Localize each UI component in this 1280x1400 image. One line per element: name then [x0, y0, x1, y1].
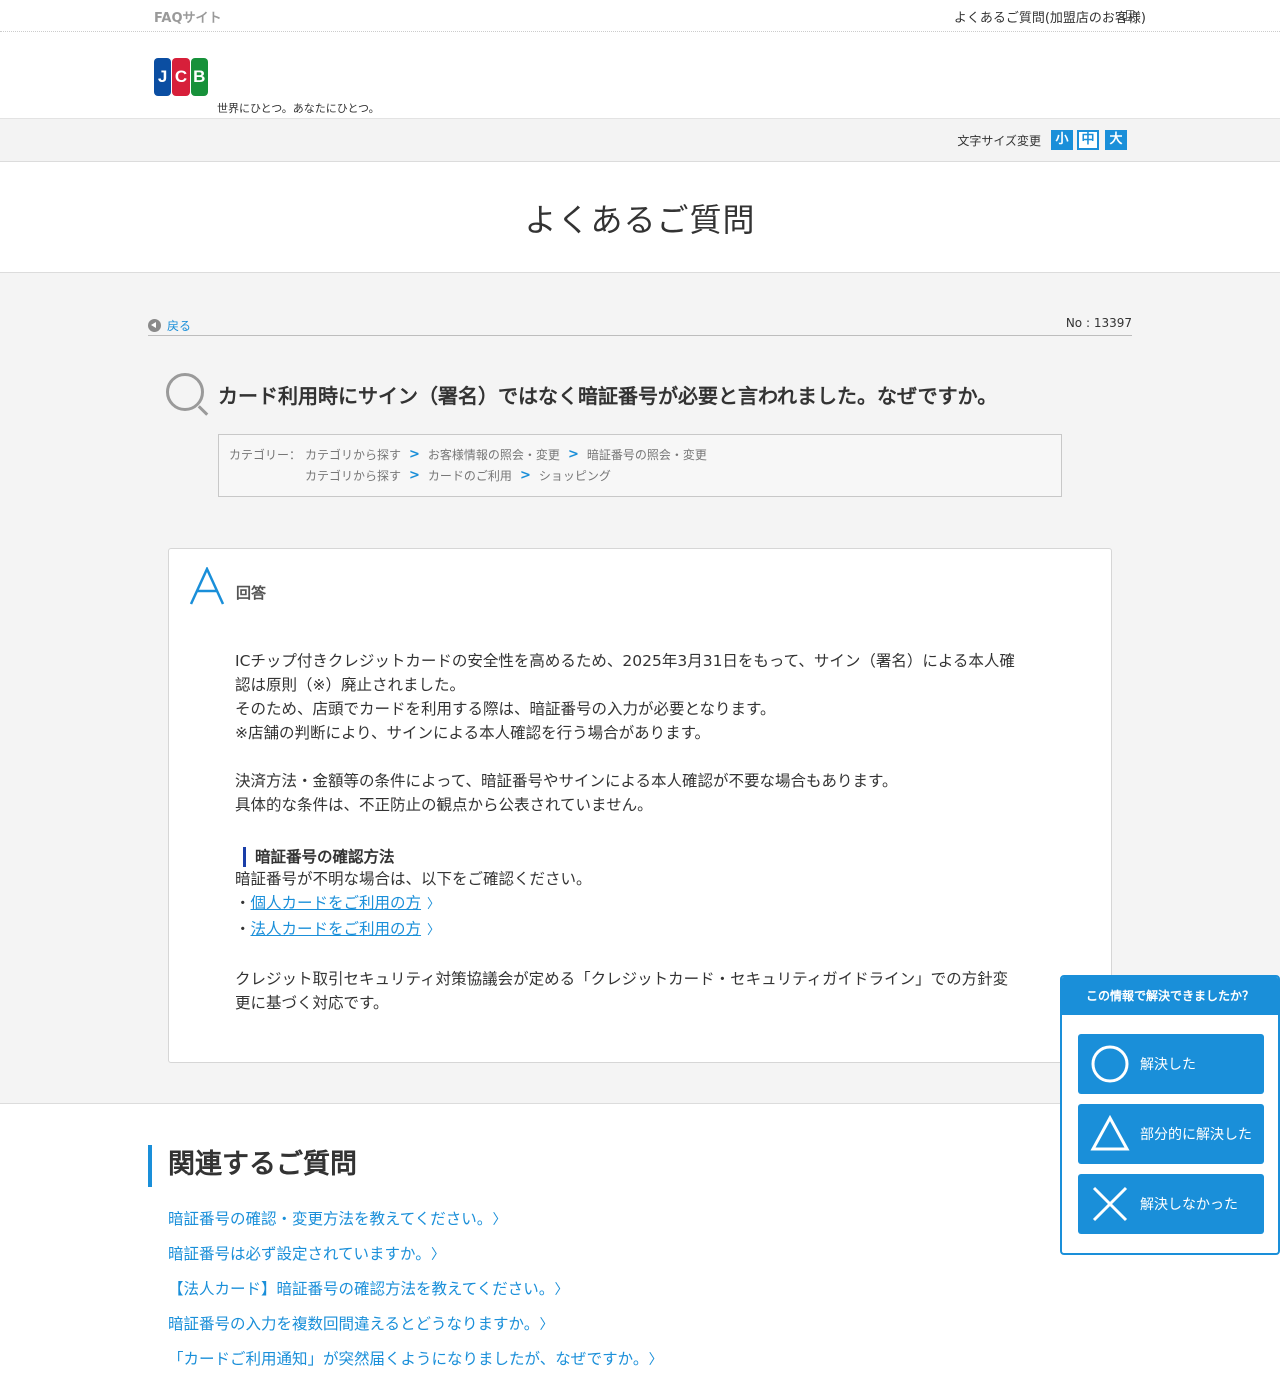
answer-label: 回答 — [236, 584, 267, 602]
not-resolved-button[interactable]: 解決しなかった — [1078, 1174, 1264, 1234]
category-link[interactable]: カードのご利用 — [428, 467, 512, 484]
related-question-link[interactable]: 暗証番号の確認・変更方法を教えてください。 — [168, 1210, 485, 1228]
answer-link-line: ・法人カードをご利用の方〉 — [235, 917, 1045, 943]
category-link[interactable]: 暗証番号の照会・変更 — [587, 446, 707, 463]
list-item: 暗証番号は必ず設定されていますか。〉 — [168, 1242, 663, 1277]
related-title: 関連するご質問 — [148, 1145, 357, 1187]
feedback-heading: この情報で解決できましたか？ — [1062, 977, 1278, 1015]
logo-header: J C B 世界にひとつ。あなたにひとつ。 — [0, 32, 1280, 119]
category-path-2: カテゴリから探す > カードのご利用 > ショッピング — [305, 467, 611, 484]
back-arrow-icon — [148, 319, 161, 332]
personal-card-link[interactable]: 個人カードをご利用の方 — [251, 894, 422, 912]
category-link[interactable]: ショッピング — [539, 467, 611, 484]
back-bar: 戻る No : 13397 — [148, 314, 1132, 336]
font-size-medium-button[interactable]: 中 — [1077, 130, 1099, 150]
list-item: 「カードご利用通知」が突然届くようになりましたが、なぜですか。〉 — [168, 1347, 663, 1382]
question-title: カード利用時にサイン（署名）ではなく暗証番号が必要と言われました。なぜですか。 — [218, 384, 998, 408]
chevron-right-icon: > — [567, 447, 579, 462]
category-path-1: カテゴリから探す > お客様情報の照会・変更 > 暗証番号の照会・変更 — [305, 446, 707, 463]
related-list: 暗証番号の確認・変更方法を教えてください。〉 暗証番号は必ず設定されていますか。… — [168, 1207, 663, 1382]
circle-icon — [1091, 1045, 1129, 1083]
font-size-small-button[interactable]: 小 — [1051, 130, 1073, 150]
resolved-button[interactable]: 解決した — [1078, 1034, 1264, 1094]
partially-resolved-label: 部分的に解決した — [1140, 1127, 1252, 1143]
answer-text: ICチップ付きクレジットカードの安全性を高めるため、2025年3月31日をもって… — [235, 652, 1015, 670]
back-label: 戻る — [167, 319, 192, 333]
question-q-icon — [166, 373, 204, 411]
answer-text: 暗証番号が不明な場合は、以下をご確認ください。 — [235, 870, 592, 888]
answer-text: 具体的な条件は、不正防止の観点から公表されていません。 — [235, 796, 653, 814]
chevron-right-icon: 〉 — [492, 1212, 507, 1228]
question-number: No : 13397 — [1065, 316, 1132, 330]
answer-body: ICチップ付きクレジットカードの安全性を高めるため、2025年3月31日をもって… — [235, 649, 1045, 1015]
category-link[interactable]: カテゴリから探す — [305, 446, 401, 463]
related-question-link[interactable]: 「カードご利用通知」が突然届くようになりましたが、なぜですか。 — [168, 1350, 641, 1368]
logo-letter-c: C — [172, 58, 190, 96]
answer-text: ※店舗の判断により、サインによる本人確認を行う場合があります。 — [235, 724, 711, 742]
list-item: 暗証番号の入力を複数回間違えるとどうなりますか。〉 — [168, 1312, 663, 1347]
list-item: 【法人カード】暗証番号の確認方法を教えてください。〉 — [168, 1277, 663, 1312]
category-link[interactable]: カテゴリから探す — [305, 467, 401, 484]
answer-text: 決済方法・金額等の条件によって、暗証番号やサインによる本人確認が不要な場合もあり… — [235, 772, 898, 790]
category-box: カテゴリー： カテゴリから探す > お客様情報の照会・変更 > 暗証番号の照会・… — [218, 434, 1062, 497]
resolved-label: 解決した — [1140, 1057, 1196, 1073]
font-size-large-button[interactable]: 大 — [1105, 130, 1127, 150]
category-label: カテゴリー： — [229, 448, 302, 462]
chevron-right-icon: > — [409, 468, 420, 483]
triangle-icon — [1090, 1114, 1130, 1151]
font-size-label: 文字サイズ変更 — [957, 134, 1041, 148]
bullet: ・ — [235, 920, 251, 938]
list-item: 暗証番号の確認・変更方法を教えてください。〉 — [168, 1207, 663, 1242]
logo-letter-b: B — [190, 58, 208, 96]
chevron-right-icon: 〉 — [539, 1317, 554, 1333]
chevron-right-icon: > — [409, 447, 420, 462]
merchant-faq-link[interactable]: よくあるご質問(加盟店のお客様) — [954, 7, 1146, 26]
chevron-right-icon: 〉 — [427, 923, 441, 938]
chevron-right-icon: 〉 — [430, 1247, 445, 1263]
chevron-right-icon: > — [519, 468, 531, 483]
font-size-bar: 文字サイズ変更 小 中 大 — [0, 119, 1280, 162]
top-strip: FAQサイト よくあるご質問(加盟店のお客様) — [0, 0, 1280, 32]
answer-text: 更に基づく対応です。 — [235, 994, 389, 1012]
page-title: よくあるご質問 — [524, 201, 756, 239]
chevron-right-icon: 〉 — [554, 1282, 569, 1298]
tagline: 世界にひとつ。あなたにひとつ。 — [217, 102, 380, 115]
answer-text: そのため、店頭でカードを利用する際は、暗証番号の入力が必要となります。 — [235, 700, 776, 718]
answer-text: 認は原則（※）廃止されました。 — [235, 676, 465, 694]
bullet: ・ — [235, 894, 251, 912]
feedback-widget: この情報で解決できましたか？ 解決した 部分的に解決した 解決しなかった — [1060, 975, 1280, 1255]
answer-link-line: ・個人カードをご利用の方〉 — [235, 891, 1045, 917]
chevron-right-icon: 〉 — [648, 1352, 663, 1368]
jcb-logo[interactable]: J C B — [154, 58, 208, 96]
answer-text: クレジット取引セキュリティ対策協議会が定める「クレジットカード・セキュリティガイ… — [235, 970, 1009, 988]
answer-box: 回答 ICチップ付きクレジットカードの安全性を高めるため、2025年3月31日を… — [168, 548, 1112, 1063]
logo-letter-j: J — [154, 58, 172, 96]
page-title-section: よくあるご質問 — [0, 162, 1280, 273]
cross-icon — [1092, 1186, 1128, 1222]
related-question-link[interactable]: 暗証番号の入力を複数回間違えるとどうなりますか。 — [168, 1315, 531, 1333]
corporate-card-link[interactable]: 法人カードをご利用の方 — [251, 920, 422, 938]
chevron-right-icon: 〉 — [427, 897, 441, 912]
not-resolved-label: 解決しなかった — [1140, 1197, 1238, 1213]
related-question-link[interactable]: 暗証番号は必ず設定されていますか。 — [168, 1245, 423, 1263]
partially-resolved-button[interactable]: 部分的に解決した — [1078, 1104, 1264, 1164]
category-link[interactable]: お客様情報の照会・変更 — [428, 446, 560, 463]
back-link[interactable]: 戻る — [148, 317, 191, 334]
faq-site-label: FAQサイト — [154, 11, 222, 26]
related-question-link[interactable]: 【法人カード】暗証番号の確認方法を教えてください。 — [168, 1280, 547, 1298]
answer-subheading: 暗証番号の確認方法 — [243, 847, 1045, 867]
answer-a-icon — [189, 567, 225, 605]
